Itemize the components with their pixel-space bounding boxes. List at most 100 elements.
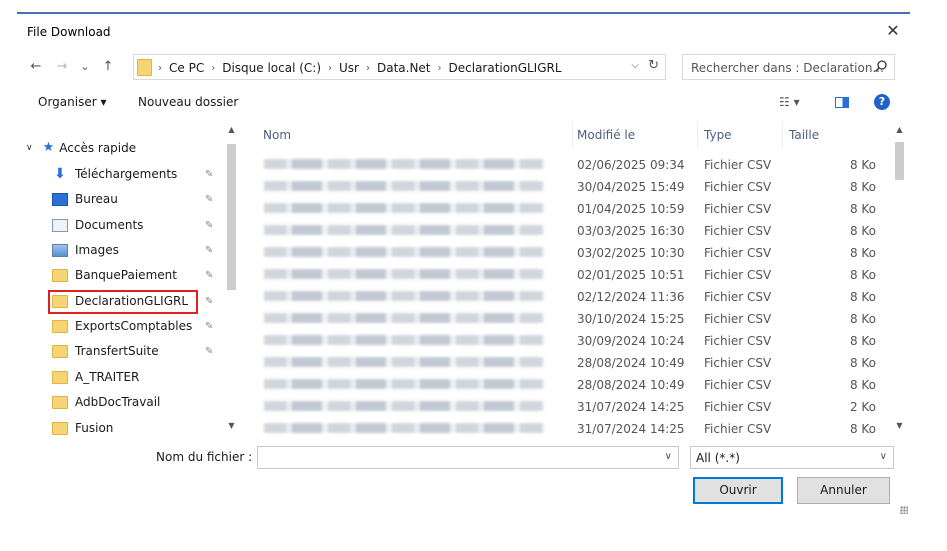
organise-button[interactable]: Organiser ▾ bbox=[38, 95, 106, 109]
column-divider[interactable] bbox=[782, 122, 783, 148]
sidebar-item-images[interactable]: Images bbox=[52, 239, 227, 261]
recent-locations-icon[interactable]: ⌄ bbox=[76, 58, 94, 76]
sidebar-item-a-traiter[interactable]: A_TRAITER bbox=[52, 366, 227, 388]
column-header-name[interactable]: Nom bbox=[263, 128, 291, 142]
sidebar-item-adbdoctravail[interactable]: AdbDocTravail bbox=[52, 391, 227, 413]
sidebar-item-banquepaiement[interactable]: BanquePaiement bbox=[52, 264, 227, 286]
sidebar-item-telechargements[interactable]: ⬇ Téléchargements bbox=[52, 163, 227, 185]
sidebar-item-documents[interactable]: Documents bbox=[52, 214, 227, 236]
file-list-scrollbar[interactable]: ▲ ▼ bbox=[893, 122, 906, 435]
cell-modified: 28/08/2024 10:49 bbox=[577, 356, 685, 370]
cell-size: 8 Ko bbox=[849, 334, 876, 348]
refresh-icon[interactable]: ↻ bbox=[648, 58, 659, 73]
sidebar-item-label: BanquePaiement bbox=[75, 268, 177, 282]
table-row[interactable]: 03/03/2025 16:30 Fichier CSV 8 Ko bbox=[254, 220, 894, 242]
pin-icon[interactable]: ✎ bbox=[205, 245, 213, 256]
table-row[interactable]: 30/10/2024 15:25 Fichier CSV 8 Ko bbox=[254, 308, 894, 330]
breadcrumb-item-usr[interactable]: Usr bbox=[339, 61, 359, 75]
table-row[interactable]: 02/01/2025 10:51 Fichier CSV 8 Ko bbox=[254, 264, 894, 286]
up-arrow-icon[interactable]: ↑ bbox=[99, 58, 117, 76]
sidebar-item-fusion[interactable]: Fusion bbox=[52, 417, 227, 435]
table-row[interactable]: 30/09/2024 10:24 Fichier CSV 8 Ko bbox=[254, 330, 894, 352]
filename-field[interactable]: ∨ bbox=[257, 446, 679, 469]
selected-folder-highlight bbox=[48, 290, 198, 314]
column-divider[interactable] bbox=[697, 122, 698, 148]
pin-icon[interactable]: ✎ bbox=[205, 296, 213, 307]
address-bar[interactable]: › Ce PC › Disque local (C:) › Usr › Data… bbox=[133, 54, 666, 80]
open-button[interactable]: Ouvrir bbox=[693, 477, 783, 504]
new-folder-button[interactable]: Nouveau dossier bbox=[138, 95, 238, 109]
table-row[interactable]: 28/08/2024 10:49 Fichier CSV 8 Ko bbox=[254, 352, 894, 374]
sidebar-item-transfertsuite[interactable]: TransfertSuite bbox=[52, 340, 227, 362]
pin-icon[interactable]: ✎ bbox=[205, 220, 213, 231]
table-row[interactable]: 31/07/2024 14:25 Fichier CSV 2 Ko bbox=[254, 396, 894, 418]
scroll-up-icon[interactable]: ▲ bbox=[893, 125, 906, 134]
navigation-pane-scrollbar[interactable]: ▲ ▼ bbox=[225, 122, 238, 435]
search-icon[interactable] bbox=[874, 59, 888, 73]
column-divider[interactable] bbox=[572, 122, 573, 148]
breadcrumb-item-disque-local[interactable]: Disque local (C:) bbox=[222, 61, 321, 75]
redacted-filename bbox=[264, 203, 544, 213]
pin-icon[interactable]: ✎ bbox=[205, 346, 213, 357]
column-header-type[interactable]: Type bbox=[704, 128, 732, 142]
search-box[interactable]: Rechercher dans : Declaration... bbox=[682, 54, 895, 80]
breadcrumb-item-ce-pc[interactable]: Ce PC bbox=[169, 61, 204, 75]
chevron-right-icon[interactable]: › bbox=[438, 63, 442, 74]
file-type-filter[interactable]: All (*.*) ∨ bbox=[690, 446, 894, 469]
table-row[interactable]: 02/12/2024 11:36 Fichier CSV 8 Ko bbox=[254, 286, 894, 308]
table-row[interactable]: 30/04/2025 15:49 Fichier CSV 8 Ko bbox=[254, 176, 894, 198]
chevron-down-icon[interactable]: ∨ bbox=[880, 451, 887, 462]
table-row[interactable]: 28/08/2024 10:49 Fichier CSV 8 Ko bbox=[254, 374, 894, 396]
navigation-bar: ← → ⌄ ↑ › Ce PC › Disque local (C:) › Us… bbox=[17, 54, 910, 80]
chevron-down-icon[interactable]: ∨ bbox=[665, 451, 672, 462]
cancel-button[interactable]: Annuler bbox=[797, 477, 890, 504]
preview-pane-icon[interactable] bbox=[835, 97, 849, 108]
column-header-size[interactable]: Taille bbox=[789, 128, 819, 142]
breadcrumb-item-declarationgligrl[interactable]: DeclarationGLIGRL bbox=[449, 61, 562, 75]
forward-arrow-icon[interactable]: → bbox=[53, 58, 71, 76]
close-button[interactable]: ✕ bbox=[882, 20, 904, 42]
sidebar-item-exportscomptables[interactable]: ExportsComptables bbox=[52, 315, 227, 337]
table-row[interactable]: 31/07/2024 14:25 Fichier CSV 8 Ko bbox=[254, 418, 894, 435]
cell-size: 8 Ko bbox=[849, 290, 876, 304]
cell-modified: 02/01/2025 10:51 bbox=[577, 268, 685, 282]
scroll-up-icon[interactable]: ▲ bbox=[225, 125, 238, 134]
cell-size: 8 Ko bbox=[849, 268, 876, 282]
scroll-down-icon[interactable]: ▼ bbox=[225, 421, 238, 430]
pin-icon[interactable]: ✎ bbox=[205, 194, 213, 205]
table-row[interactable]: 01/04/2025 10:59 Fichier CSV 8 Ko bbox=[254, 198, 894, 220]
window-title: File Download bbox=[27, 25, 111, 39]
chevron-down-icon[interactable]: ⌵ bbox=[631, 60, 639, 71]
pin-icon[interactable]: ✎ bbox=[205, 270, 213, 281]
scroll-down-icon[interactable]: ▼ bbox=[893, 421, 906, 430]
cell-modified: 03/03/2025 16:30 bbox=[577, 224, 685, 238]
table-row[interactable]: 02/06/2025 09:34 Fichier CSV 8 Ko bbox=[254, 154, 894, 176]
view-options-icon[interactable]: ☷ ▾ bbox=[779, 95, 800, 109]
chevron-down-icon[interactable]: ∨ bbox=[26, 143, 33, 153]
table-row[interactable]: 03/02/2025 10:30 Fichier CSV 8 Ko bbox=[254, 242, 894, 264]
back-arrow-icon[interactable]: ← bbox=[27, 58, 45, 76]
file-type-filter-value[interactable]: All (*.*) bbox=[696, 451, 740, 465]
cell-modified: 28/08/2024 10:49 bbox=[577, 378, 685, 392]
cell-modified: 30/10/2024 15:25 bbox=[577, 312, 685, 326]
chevron-right-icon[interactable]: › bbox=[328, 63, 332, 74]
breadcrumb-item-data-net[interactable]: Data.Net bbox=[377, 61, 431, 75]
resize-grip-icon[interactable] bbox=[900, 506, 908, 514]
scrollbar-thumb[interactable] bbox=[227, 144, 236, 290]
folder-icon bbox=[52, 344, 68, 358]
sidebar-item-bureau[interactable]: Bureau bbox=[52, 188, 227, 210]
sidebar-item-label: A_TRAITER bbox=[75, 370, 140, 384]
desktop-icon bbox=[52, 192, 68, 206]
file-download-dialog: File Download ✕ ← → ⌄ ↑ › Ce PC › Disque… bbox=[17, 12, 910, 515]
folder-icon bbox=[52, 395, 68, 409]
sidebar-item-quick-access[interactable]: ∨ ★ Accès rapide bbox=[26, 140, 136, 155]
folder-icon bbox=[137, 59, 152, 76]
chevron-right-icon[interactable]: › bbox=[366, 63, 370, 74]
pin-icon[interactable]: ✎ bbox=[205, 321, 213, 332]
help-icon[interactable]: ? bbox=[874, 94, 890, 110]
pin-icon[interactable]: ✎ bbox=[205, 169, 213, 180]
scrollbar-thumb[interactable] bbox=[895, 142, 904, 180]
chevron-right-icon[interactable]: › bbox=[211, 63, 215, 74]
column-header-modified[interactable]: Modifié le bbox=[577, 128, 635, 142]
search-input[interactable]: Rechercher dans : Declaration... bbox=[691, 61, 884, 75]
